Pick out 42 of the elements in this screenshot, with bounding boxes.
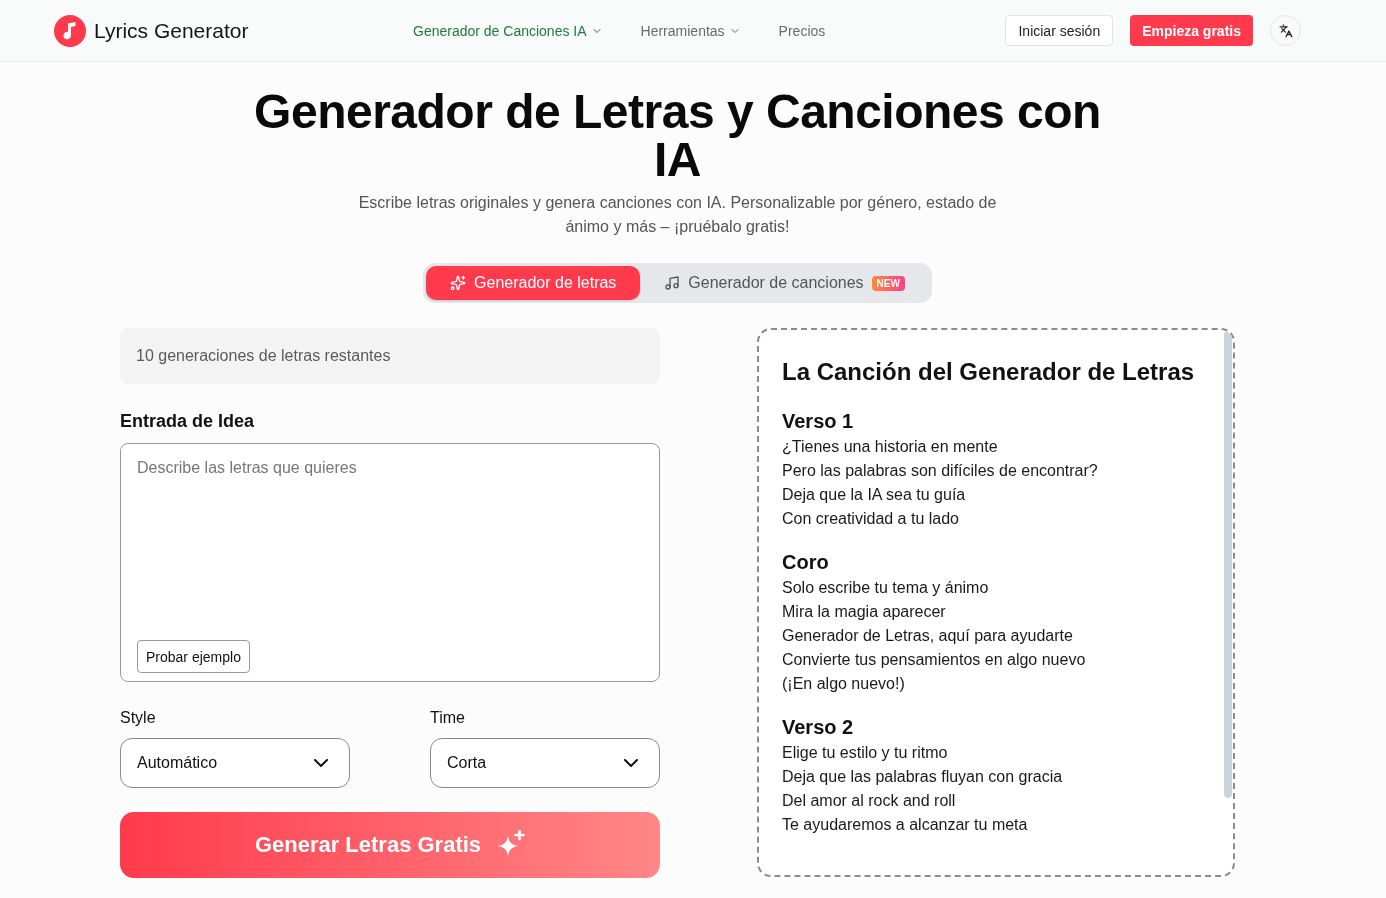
lyric-line: Convierte tus pensamientos en algo nuevo	[782, 650, 1086, 670]
lyric-line: Generador de Letras, aquí para ayudarte	[782, 626, 1073, 646]
dropdown-select[interactable]: Automático	[120, 738, 350, 788]
lyric-line: Te ayudaremos a alcanzar tu meta	[782, 815, 1028, 835]
field-label: Style	[120, 708, 157, 728]
nav-link[interactable]: Herramientas	[640, 22, 741, 39]
generate-button[interactable]: Generar Letras Gratis	[120, 812, 660, 878]
page-subtitle: Escribe letras originales y genera canciones con IA. Personalizable por género, estado de ánimo y más – ¡pruébalo gratis!	[357, 193, 998, 237]
lyric-line: Deja que la IA sea tu guía	[782, 485, 966, 505]
dropdown-select[interactable]: Corta	[430, 738, 660, 788]
new-badge: NEW	[871, 275, 905, 291]
lyric-line: Pero las palabras son difíciles de encontrar?	[782, 461, 1098, 481]
section-heading: Coro	[782, 550, 829, 575]
nav-link[interactable]: Precios	[778, 22, 826, 39]
page-title: Generador de Letras y Canciones con IA	[253, 88, 1102, 184]
sparkle-icon	[450, 275, 467, 291]
lyric-line: Solo escribe tu tema y ánimo	[782, 578, 989, 598]
translate-icon	[1278, 23, 1293, 38]
lyric-line: Con creatividad a tu lado	[782, 509, 959, 529]
mode-tab[interactable]: Generador de canciones NEW	[640, 266, 929, 300]
lyric-line: Deja que las palabras fluyan con gracia	[782, 767, 1063, 787]
field-label: Entrada de Idea	[120, 410, 256, 433]
example-button[interactable]: Probar ejemplo	[137, 640, 250, 673]
lyric-line: Del amor al rock and roll	[782, 791, 956, 811]
language-button[interactable]	[1270, 15, 1301, 46]
mode-tab[interactable]: Generador de letras	[426, 266, 641, 300]
section-heading: Verso 1	[782, 409, 854, 434]
login-button[interactable]: Iniciar sesión	[1005, 15, 1114, 46]
section-heading: Verso 2	[782, 715, 854, 740]
lyric-line: (¡En algo nuevo!)	[782, 674, 905, 694]
field-label: Time	[430, 708, 466, 728]
scrollbar-thumb[interactable]	[1224, 331, 1232, 798]
lyric-line: Mira la magia aparecer	[782, 602, 946, 622]
music-note-logo-icon	[54, 14, 86, 47]
lyrics-title: La Canción del Generador de Letras	[782, 357, 1196, 387]
nav-link[interactable]: Generador de Canciones IA	[413, 22, 603, 39]
lyric-line: Elige tu estilo y tu ritmo	[782, 743, 948, 763]
remaining-notice: 10 generaciones de letras restantes	[120, 328, 660, 384]
music-note-icon	[664, 275, 681, 291]
signup-button[interactable]: Empieza gratis	[1130, 15, 1253, 46]
brand-name: Lyrics Generator	[94, 18, 249, 43]
lyric-line: ¿Tienes una historia en mente	[782, 437, 998, 457]
